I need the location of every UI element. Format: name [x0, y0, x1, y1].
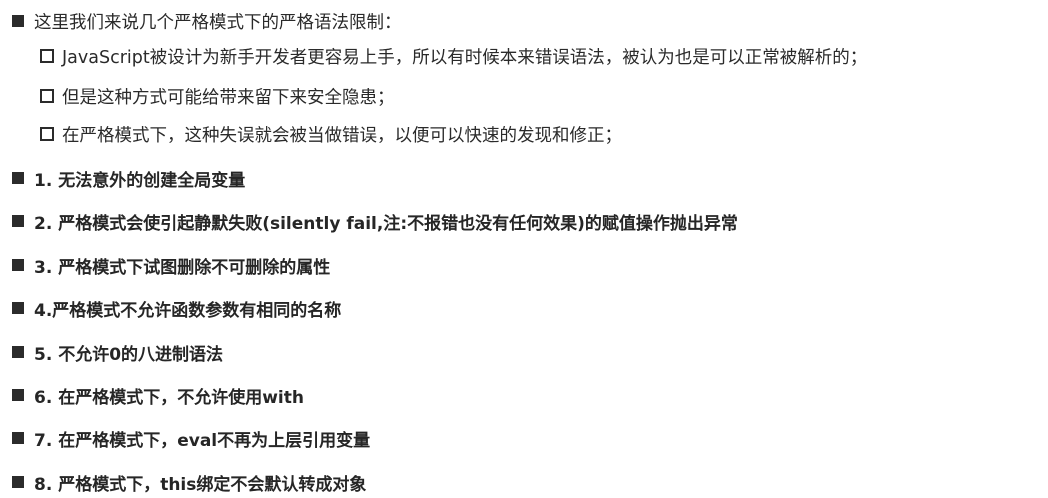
- rule-item: 3. 严格模式下试图删除不可删除的属性: [12, 252, 330, 278]
- hollow-square-bullet-icon: [40, 89, 54, 103]
- square-bullet-icon: [12, 259, 24, 271]
- square-bullet-icon: [12, 172, 24, 184]
- sub-point-text: 但是这种方式可能给带来留下来安全隐患；: [62, 87, 395, 108]
- sub-point-item: 在严格模式下，这种失误就会被当做错误，以便可以快速的发现和修正；: [40, 120, 622, 148]
- square-bullet-icon: [12, 476, 24, 488]
- rule-text: 4.严格模式不允许函数参数有相同的名称: [34, 300, 342, 321]
- rule-item: 5. 不允许0的八进制语法: [12, 339, 223, 365]
- intro-text: 这里我们来说几个严格模式下的严格语法限制：: [34, 12, 402, 33]
- rule-item: 6. 在严格模式下，不允许使用with: [12, 382, 304, 408]
- rule-text: 6. 在严格模式下，不允许使用with: [34, 387, 304, 408]
- sub-point-item: JavaScript被设计为新手开发者更容易上手，所以有时候本来错误语法，被认为…: [40, 42, 867, 70]
- rule-text: 8. 严格模式下，this绑定不会默认转成对象: [34, 474, 367, 495]
- rule-text: 3. 严格模式下试图删除不可删除的属性: [34, 257, 331, 278]
- slide: 这里我们来说几个严格模式下的严格语法限制： JavaScript被设计为新手开发…: [0, 0, 1048, 498]
- hollow-square-bullet-icon: [40, 127, 54, 141]
- rule-text: 5. 不允许0的八进制语法: [34, 344, 224, 365]
- square-bullet-icon: [12, 15, 24, 27]
- sub-point-item: 但是这种方式可能给带来留下来安全隐患；: [40, 82, 395, 110]
- rule-text: 7. 在严格模式下，eval不再为上层引用变量: [34, 430, 371, 451]
- hollow-square-bullet-icon: [40, 49, 54, 63]
- square-bullet-icon: [12, 302, 24, 314]
- square-bullet-icon: [12, 346, 24, 358]
- square-bullet-icon: [12, 215, 24, 227]
- rule-item: 7. 在严格模式下，eval不再为上层引用变量: [12, 425, 370, 451]
- rule-text: 2. 严格模式会使引起静默失败(silently fail,注:不报错也没有任何…: [34, 213, 738, 234]
- intro-bullet-item: 这里我们来说几个严格模式下的严格语法限制：: [12, 8, 402, 34]
- rule-text: 1. 无法意外的创建全局变量: [34, 170, 246, 191]
- sub-point-text: 在严格模式下，这种失误就会被当做错误，以便可以快速的发现和修正；: [62, 125, 622, 146]
- rule-item: 4.严格模式不允许函数参数有相同的名称: [12, 295, 341, 321]
- square-bullet-icon: [12, 432, 24, 444]
- rule-item: 2. 严格模式会使引起静默失败(silently fail,注:不报错也没有任何…: [12, 208, 738, 234]
- sub-point-text: JavaScript被设计为新手开发者更容易上手，所以有时候本来错误语法，被认为…: [62, 47, 868, 68]
- square-bullet-icon: [12, 389, 24, 401]
- rule-item: 1. 无法意外的创建全局变量: [12, 165, 245, 191]
- rule-item: 8. 严格模式下，this绑定不会默认转成对象: [12, 469, 366, 495]
